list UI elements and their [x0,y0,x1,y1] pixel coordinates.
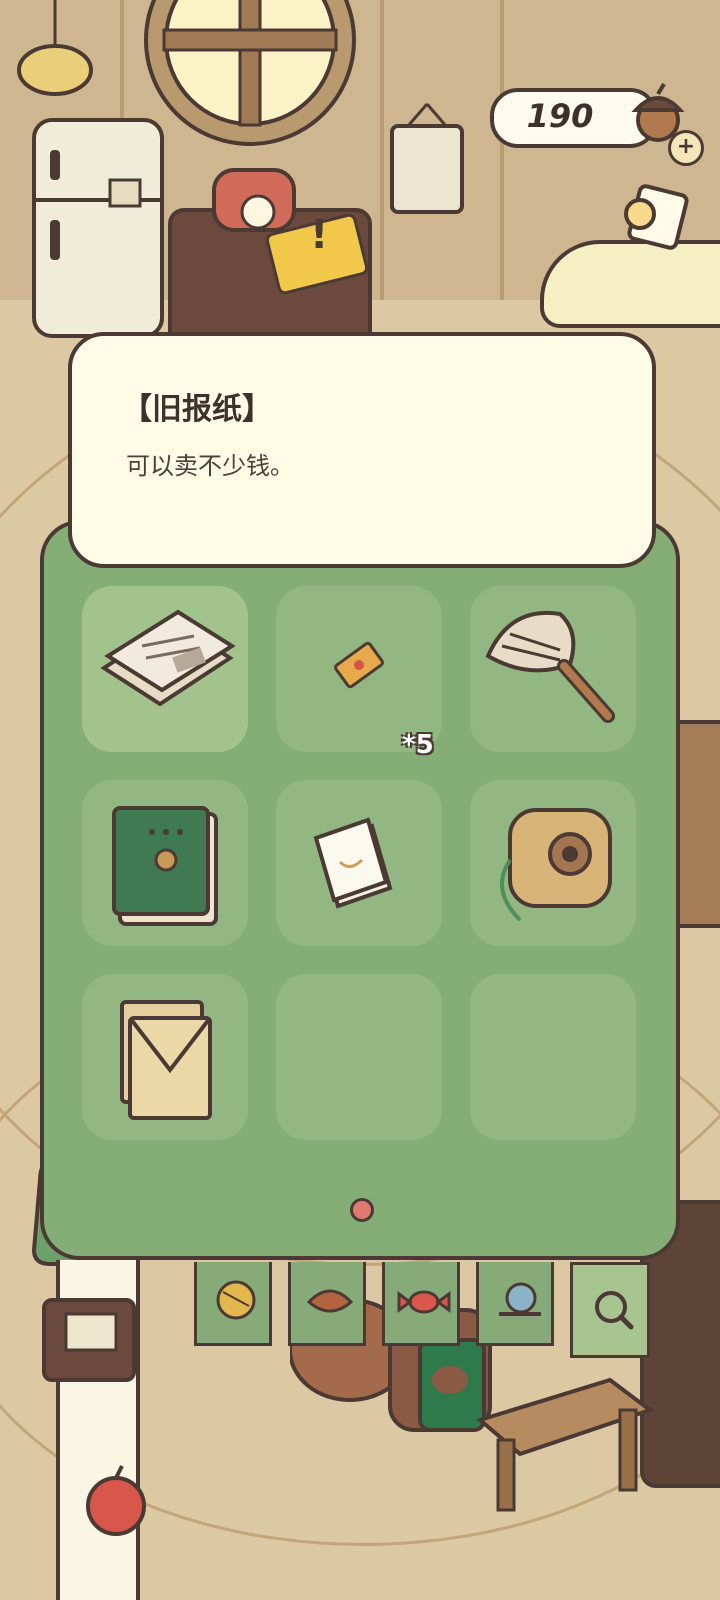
green-notebook-icon [112,806,218,926]
coin-amount: 190 [526,97,594,135]
inventory-slot-6[interactable] [470,780,636,946]
inventory-slot-4[interactable] [82,780,248,946]
tab-leaf[interactable] [288,1262,366,1346]
inventory-slot-3[interactable] [470,586,636,752]
page-dot[interactable] [350,1198,374,1222]
inventory-slot-2[interactable] [276,586,442,752]
ticket-icon [334,641,384,689]
side-table-with-phone: ! [168,168,372,340]
game-screen: ! 190 + 【旧报纸】 可以卖不少钱。 *5 [0,0,720,1600]
wooden-stool [475,1377,655,1512]
fridge [32,118,164,338]
svg-text:!: ! [310,212,328,258]
inventory-slot-7[interactable] [82,974,248,1140]
tab-candy[interactable] [382,1262,460,1346]
hanging-lamp [17,0,93,96]
book-stack [42,1298,136,1382]
inventory-slot-1[interactable] [82,586,248,752]
item-count-badge: *5 [402,730,434,760]
inventory-slot-9[interactable] [470,974,636,1140]
instant-camera-icon [500,808,612,922]
envelope-letters-icon [120,1000,212,1120]
leaf-icon [306,1289,354,1313]
small-booklet-icon [313,817,393,909]
yarn-ball-icon [216,1280,256,1320]
old-newspaper-icon [100,609,236,707]
plus-icon: + [676,134,696,159]
inventory-slot-5[interactable] [276,780,442,946]
hand-pointer-icon[interactable] [612,180,692,260]
feather-duster-icon [485,610,615,723]
snail-shell-icon [499,1282,541,1316]
apple [86,1465,146,1536]
search-tab[interactable] [570,1262,650,1358]
item-title: 【旧报纸】 [122,392,272,427]
tab-yarn[interactable] [194,1262,272,1346]
inventory-slot-8[interactable] [276,974,442,1140]
candy-icon [397,1290,451,1314]
wall-calendar [390,103,464,214]
add-coins-button[interactable]: + [668,130,704,166]
item-description: 可以卖不少钱。 [126,452,294,480]
magnifier-icon [595,1291,634,1330]
tab-snail[interactable] [476,1262,554,1346]
